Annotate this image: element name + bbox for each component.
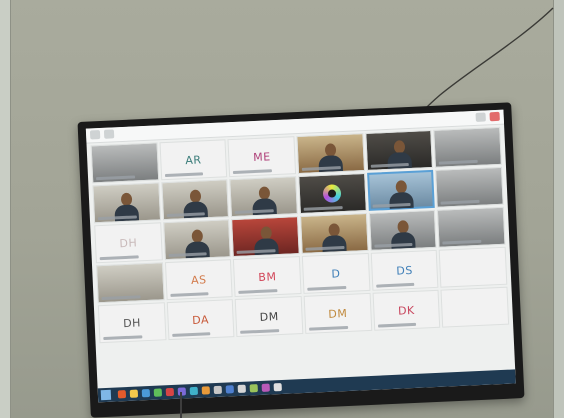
participant-initials: DM (259, 309, 279, 324)
participant-tile[interactable]: DK (372, 289, 441, 331)
participant-video-tile[interactable] (90, 142, 159, 184)
taskbar-app-icon[interactable] (273, 383, 282, 392)
window-control-icon[interactable] (89, 129, 101, 140)
participant-tile[interactable]: DS (370, 249, 439, 291)
participant-tile[interactable]: DM (303, 292, 372, 334)
taskbar-app-icon[interactable] (261, 383, 270, 392)
start-button[interactable] (100, 389, 112, 401)
participant-name-tag (233, 169, 273, 174)
camera-logo-icon (322, 184, 342, 203)
participant-name-tag (170, 292, 209, 297)
participant-initials: DA (191, 312, 210, 327)
participant-tile-logo[interactable] (298, 173, 367, 215)
participant-tile[interactable]: ME (227, 136, 297, 178)
participant-video-tile[interactable] (229, 176, 298, 218)
participant-name-tag (99, 255, 139, 261)
participant-initials: DM (328, 306, 348, 321)
participant-name-tag (164, 172, 204, 178)
participant-video-tile[interactable] (160, 179, 230, 221)
participant-name-tag (375, 282, 415, 288)
participant-initials: AR (184, 152, 202, 167)
close-icon[interactable] (489, 111, 500, 122)
participant-video-tile[interactable] (231, 216, 300, 258)
participant-tile[interactable]: DA (166, 299, 235, 341)
picture-frame-edge-left (0, 0, 11, 418)
participant-video-tile[interactable] (437, 206, 506, 248)
window-control-icon[interactable] (103, 129, 115, 139)
participant-initials: AS (190, 272, 207, 287)
hanging-cable (180, 392, 182, 418)
participant-initials: BM (258, 269, 277, 284)
participant-name-tag (240, 329, 280, 334)
participant-video-tile[interactable] (433, 126, 502, 168)
empty-tile (440, 286, 510, 328)
participant-initials: ME (252, 149, 271, 164)
participant-tile[interactable]: AR (159, 139, 228, 181)
participant-initials: D (331, 266, 341, 281)
participant-name-tag (442, 239, 482, 245)
participant-name-tag (101, 295, 141, 301)
taskbar-app-icon[interactable] (117, 390, 127, 399)
taskbar-app-icon[interactable] (153, 388, 163, 397)
taskbar-app-icon[interactable] (225, 385, 234, 394)
taskbar-app-icon[interactable] (189, 386, 199, 396)
participant-grid: AR ME DH AS BM D DS DH DA DM DM DK (90, 126, 511, 383)
empty-tile (439, 246, 508, 288)
taskbar-app-icon[interactable] (165, 387, 175, 397)
television: AR ME DH AS BM D DS DH DA DM DM DK (77, 102, 525, 418)
participant-tile[interactable]: DH (94, 222, 163, 264)
participant-initials: DS (396, 263, 414, 278)
participant-initials: DH (122, 315, 142, 330)
participant-video-tile[interactable] (92, 182, 161, 224)
participant-initials: DH (119, 235, 138, 250)
tv-screen: AR ME DH AS BM D DS DH DA DM DM DK (85, 109, 516, 403)
maximize-icon[interactable] (475, 112, 486, 122)
participant-name-tag (171, 332, 211, 337)
participant-tile[interactable]: DH (97, 302, 167, 344)
participant-name-tag (307, 285, 347, 291)
participant-video-tile[interactable] (162, 219, 232, 261)
taskbar-app-icon[interactable] (141, 388, 151, 398)
participant-video-tile[interactable] (366, 169, 436, 211)
participant-name-tag (440, 199, 480, 205)
taskbar-app-icon[interactable] (249, 384, 258, 393)
participant-name-tag (377, 322, 417, 328)
participant-tile[interactable]: D (301, 252, 371, 294)
participant-video-tile[interactable] (299, 212, 369, 254)
participant-video-tile[interactable] (435, 166, 504, 208)
participant-tile[interactable]: AS (164, 259, 233, 301)
participant-video-tile[interactable] (364, 129, 434, 171)
participant-name-tag (103, 335, 143, 341)
participant-name-tag (309, 325, 348, 331)
participant-tile[interactable]: DM (235, 296, 304, 337)
participant-name-tag (238, 289, 278, 294)
participant-video-tile[interactable] (368, 209, 437, 251)
participant-name-tag (439, 159, 478, 165)
taskbar-app-icon[interactable] (201, 386, 210, 395)
participant-video-tile[interactable] (96, 262, 165, 304)
taskbar-app-icon[interactable] (129, 389, 139, 398)
taskbar-app-icon[interactable] (237, 384, 246, 393)
participant-initials: DK (397, 303, 416, 318)
taskbar-app-icon[interactable] (213, 385, 222, 395)
participant-name-tag (303, 206, 343, 211)
participant-name-tag (96, 175, 135, 181)
participant-video-tile[interactable] (296, 133, 365, 175)
picture-frame-edge-right (553, 0, 564, 418)
participant-tile[interactable]: BM (233, 256, 302, 298)
